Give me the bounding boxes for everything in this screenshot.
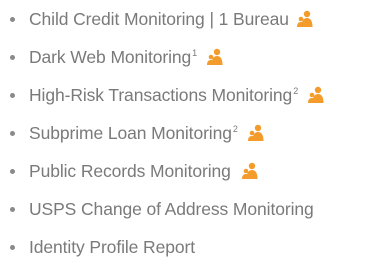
list-item: Identity Profile Report bbox=[0, 228, 195, 266]
feature-label: Dark Web Monitoring1 bbox=[29, 46, 198, 67]
footnote-marker: 1 bbox=[192, 47, 198, 58]
family-icon bbox=[241, 162, 259, 180]
feature-label: High-Risk Transactions Monitoring2 bbox=[29, 84, 299, 105]
footnote-marker: 2 bbox=[232, 123, 238, 134]
family-icon bbox=[206, 48, 224, 66]
list-item: Public Records Monitoring bbox=[0, 152, 259, 190]
feature-label: Public Records Monitoring bbox=[29, 160, 231, 181]
list-item: Dark Web Monitoring1 bbox=[0, 38, 224, 76]
bullet-icon bbox=[10, 244, 15, 250]
family-icon bbox=[307, 86, 325, 104]
feature-label: USPS Change of Address Monitoring bbox=[29, 198, 314, 219]
family-icon bbox=[247, 124, 265, 142]
bullet-icon bbox=[10, 54, 15, 60]
feature-label: Child Credit Monitoring | 1 Bureau bbox=[29, 8, 289, 29]
feature-label: Subprime Loan Monitoring2 bbox=[29, 122, 238, 143]
list-item: Child Credit Monitoring | 1 Bureau bbox=[0, 0, 314, 38]
list-item: Subprime Loan Monitoring2 bbox=[0, 114, 265, 152]
bullet-icon bbox=[10, 206, 15, 212]
list-item: USPS Change of Address Monitoring bbox=[0, 190, 314, 228]
bullet-icon bbox=[10, 16, 15, 22]
bullet-icon bbox=[10, 168, 15, 174]
list-item: High-Risk Transactions Monitoring2 bbox=[0, 76, 325, 114]
family-icon bbox=[296, 10, 314, 28]
bullet-icon bbox=[10, 130, 15, 136]
footnote-marker: 2 bbox=[293, 85, 299, 96]
bullet-icon bbox=[10, 92, 15, 98]
feature-label: Identity Profile Report bbox=[29, 236, 195, 257]
